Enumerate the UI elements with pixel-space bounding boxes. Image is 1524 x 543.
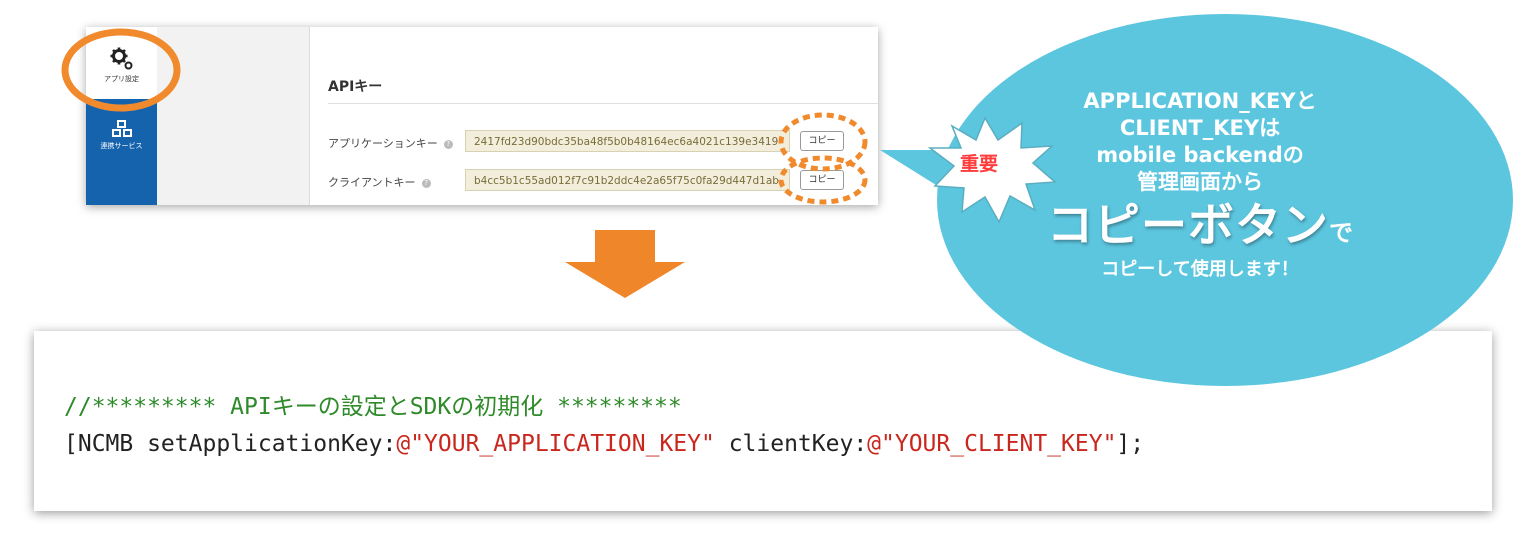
console-screenshot: アプリ設定 連携サービス APIキー アプリケーションキー? 2417fd23d… <box>86 27 878 205</box>
section-title: APIキー <box>328 79 383 95</box>
callout-tail <box>880 150 968 205</box>
client-key-label-text: クライアントキー <box>328 176 416 189</box>
application-key-field[interactable]: 2417fd23d90bdc35ba48f5b0b48164ec6a4021c1… <box>465 130 790 152</box>
code-snippet: //********* APIキーの設定とSDKの初期化 ********* [… <box>34 331 1492 511</box>
sub-navigation <box>157 27 310 205</box>
api-key-settings: APIキー アプリケーションキー? 2417fd23d90bdc35ba48f5… <box>310 27 878 205</box>
client-key-field[interactable]: b4cc5b1c55ad012f7c91b2ddc4e2a65f75c0fa29… <box>465 169 790 191</box>
application-key-placeholder: @"YOUR_APPLICATION_KEY" <box>396 431 715 457</box>
copy-client-key-button[interactable]: コピー <box>800 170 844 190</box>
divider <box>328 103 878 104</box>
client-key-placeholder: @"YOUR_CLIENT_KEY" <box>867 431 1117 457</box>
help-icon[interactable]: ? <box>443 139 453 149</box>
code-suffix: ]; <box>1116 431 1145 457</box>
gears-icon <box>110 47 132 70</box>
copy-application-key-button[interactable]: コピー <box>800 131 844 151</box>
callout-line-5: コピーボタンで <box>990 196 1410 254</box>
callout-line-6: コピーして使用します！ <box>1101 259 1299 280</box>
application-key-label: アプリケーションキー? <box>328 135 453 151</box>
application-key-label-text: アプリケーションキー <box>328 137 438 150</box>
code-comment: //********* APIキーの設定とSDKの初期化 ********* <box>64 394 682 420</box>
code-prefix: [NCMB setApplicationKey: <box>64 431 397 457</box>
code-middle: clientKey: <box>714 431 868 457</box>
cubes-icon <box>111 120 132 137</box>
callout-line-1: APPLICATION_KEYと <box>1083 89 1317 113</box>
callout-line-2: CLIENT_KEYは <box>1119 116 1281 140</box>
callout-text: APPLICATION_KEYと CLIENT_KEYは mobile back… <box>990 88 1410 286</box>
sidebar-item-services[interactable]: 連携サービス <box>86 119 157 151</box>
callout-line-4: 管理画面から <box>1137 170 1263 194</box>
sidebar-item-app-settings[interactable]: アプリ設定 <box>86 27 157 99</box>
sidebar-item-label: アプリ設定 <box>104 75 139 83</box>
down-arrow <box>565 230 685 298</box>
callout-line-3: mobile backendの <box>1096 143 1304 167</box>
sidebar: アプリ設定 連携サービス <box>86 27 157 205</box>
sidebar-item-label: 連携サービス <box>100 142 143 150</box>
code-statement: [NCMB setApplicationKey:@"YOUR_APPLICATI… <box>64 431 1144 457</box>
callout-emphasis: コピーボタン <box>1047 198 1329 252</box>
client-key-label: クライアントキー? <box>328 174 431 190</box>
help-icon[interactable]: ? <box>421 178 431 188</box>
callout-emphasis-suffix: で <box>1329 219 1353 247</box>
